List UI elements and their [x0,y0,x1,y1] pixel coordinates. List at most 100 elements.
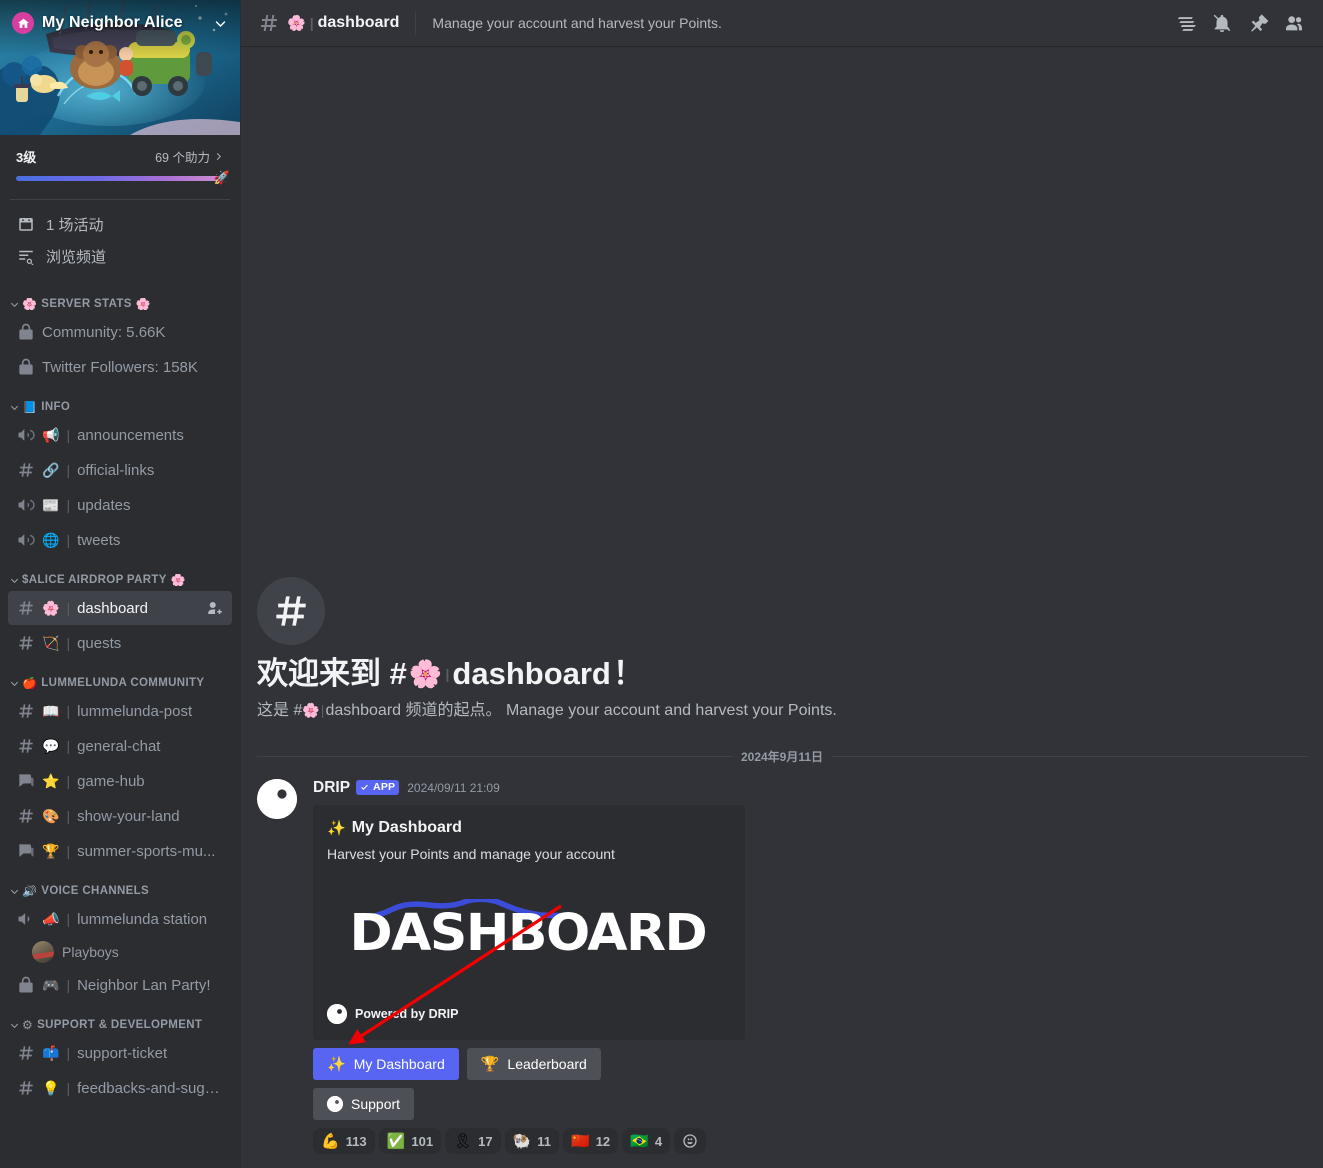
embed-footer: Powered by DRIP [327,1004,729,1024]
embed-image[interactable]: DASHBOARD [327,875,729,991]
reaction-item[interactable]: 💪 113 [313,1128,375,1154]
reaction-item[interactable]: 🇨🇳 12 [563,1128,619,1154]
pin-icon[interactable] [1245,10,1271,36]
leaderboard-button[interactable]: 🏆 Leaderboard [466,1048,601,1080]
quick-links: 1 场活动 浏览频道 [0,200,240,276]
message-scroller[interactable]: 欢迎来到 # 🌸 | dashboard ！ 这是 #🌸|dashboard 频… [241,46,1323,1168]
verified-check-icon [361,785,368,791]
channel-label: updates [77,496,131,514]
channel-separator: | [66,1080,71,1096]
hash-icon [257,577,325,646]
channel-sidebar: My Neighbor Alice 3级 69 个助力 🚀 1 场活动 浏览频道… [0,0,240,1168]
sidebar-item-support-ticket[interactable]: 📫 | support-ticket [8,1036,232,1070]
category-server-stats[interactable]: 🌸 SERVER STATS 🌸 [0,282,240,314]
category-voice-channels[interactable]: 🔊 VOICE CHANNELS [0,869,240,901]
threads-icon[interactable] [1173,10,1199,36]
channel-topic[interactable]: Manage your account and harvest your Poi… [432,15,722,31]
channel-separator: | [66,462,71,478]
category-title: SERVER STATS [41,298,132,310]
welcome-sub-prefix: 这是 # [257,702,303,720]
voice-member-name: Playboys [62,944,119,960]
add-members-icon[interactable] [206,599,224,617]
reaction-item[interactable]: ✅ 101 [378,1128,442,1154]
category-lummelunda-community[interactable]: 🍎 LUMMELUNDA COMMUNITY [0,661,240,693]
message-body: DRIP APP 2024/09/11 21:09 ✨ My Dashboard [297,777,1307,1154]
channel-separator: | [66,911,71,927]
cherry-blossom-icon: 🌸 [22,298,38,310]
hash-locked-icon [257,11,281,35]
server-header[interactable]: My Neighbor Alice [0,8,240,38]
sidebar-item-tweets[interactable]: 🌐 | tweets [8,523,232,557]
sidebar-item-general-chat[interactable]: 💬 | general-chat [8,729,232,763]
channel-separator: | [309,15,314,31]
sidebar-item-quests[interactable]: 🏹 | quests [8,626,232,660]
category-support-development[interactable]: ⚙ SUPPORT & DEVELOPMENT [0,1003,240,1035]
message-author[interactable]: DRIP [313,779,350,797]
add-reaction-icon[interactable] [674,1128,707,1154]
text-locked-icon [16,806,36,826]
category-alice-airdrop-party[interactable]: $ALICE AIRDROP PARTY 🌸 [0,558,240,590]
notification-muted-icon[interactable] [1209,10,1235,36]
support-button[interactable]: Support [313,1088,415,1120]
boost-count-label: 69 个助力 [155,150,210,165]
channel-separator: | [66,427,71,443]
channel-title[interactable]: 🌸 | dashboard [287,14,399,32]
channel-separator: | [66,738,71,754]
chevron-down-icon[interactable] [213,16,228,31]
sidebar-item-show-your-land[interactable]: 🎨 | show-your-land [8,799,232,833]
topbar-actions [1173,10,1315,36]
sidebar-item-lummelunda-post[interactable]: 📖 | lummelunda-post [8,694,232,728]
members-icon[interactable] [1281,10,1307,36]
cherry-blossom-icon: 🌸 [42,600,60,616]
reaction-item[interactable]: 🐏 11 [504,1128,560,1154]
sidebar-item-neighbor-lan-party[interactable]: 🎮 | Neighbor Lan Party! [8,968,232,1002]
reaction-item[interactable]: 🇧🇷 4 [622,1128,671,1154]
sidebar-item-community-stat[interactable]: Community: 5.66K [8,315,232,349]
sidebar-item-dashboard[interactable]: 🌸 | dashboard [8,591,232,625]
video-game-icon: 🎮 [42,977,60,993]
channel-welcome: 欢迎来到 # 🌸 | dashboard ！ 这是 #🌸|dashboard 频… [241,577,1323,729]
category-label: ⚙ SUPPORT & DEVELOPMENT [22,1019,202,1031]
sidebar-item-twitter-stat[interactable]: Twitter Followers: 158K [8,350,232,384]
open-book-icon: 📖 [42,703,60,719]
server-boost-section[interactable]: 3级 69 个助力 🚀 [0,135,240,191]
welcome-subtitle: 这是 #🌸|dashboard 频道的起点。 Manage your accou… [257,700,1307,722]
embed-description: Harvest your Points and manage your acco… [327,845,615,862]
cherry-blossom-icon: 🌸 [408,658,443,689]
main-content: 🌸 | dashboard Manage your account and ha… [240,0,1323,1168]
boost-rocket-icon: 🚀 [213,170,230,185]
sidebar-item-official-links[interactable]: 🔗 | official-links [8,453,232,487]
channel-label: official-links [77,461,155,479]
channel-label: general-chat [77,737,161,755]
channel-title-text: dashboard [317,14,400,31]
boost-count[interactable]: 69 个助力 [155,147,224,166]
mailbox-icon: 📫 [42,1045,60,1061]
component-row-2: Support [313,1088,1307,1120]
sidebar-item-summer-sports[interactable]: 🏆 | summer-sports-mu... [8,834,232,868]
channel-label: Twitter Followers: 158K [42,358,198,376]
sidebar-item-announcements[interactable]: 📢 | announcements [8,418,232,452]
browse-channels-icon [16,246,36,266]
blue-book-icon: 📘 [22,401,38,413]
avatar[interactable] [257,778,297,819]
channel-separator: | [66,977,71,993]
message-reactions: 💪 113 ✅ 101 🎗 17 🐏 11 🇨🇳 12 🇧🇷 4 [313,1128,1307,1154]
reaction-item[interactable]: 🎗 17 [445,1128,501,1154]
chevron-down-icon [8,298,20,310]
sidebar-item-events[interactable]: 1 场活动 [8,208,232,240]
sidebar-item-browse-channels[interactable]: 浏览频道 [8,240,232,272]
forum-locked-icon [16,841,36,861]
sidebar-item-game-hub[interactable]: ⭐ | game-hub [8,764,232,798]
chevron-down-icon [8,885,20,897]
gear-icon: ⚙ [22,1019,34,1031]
text-locked-icon [16,460,36,480]
reaction-count: 101 [411,1133,434,1149]
my-dashboard-button[interactable]: ✨ My Dashboard [313,1048,459,1080]
category-info[interactable]: 📘 INFO [0,385,240,417]
apple-icon: 🍎 [22,677,38,689]
sidebar-item-lummelunda-station[interactable]: 📣 | lummelunda station [8,902,232,936]
text-locked-icon [16,736,36,756]
sidebar-item-updates[interactable]: 📰 | updates [8,488,232,522]
voice-member-playboys[interactable]: Playboys [24,937,232,967]
sidebar-item-feedbacks[interactable]: 💡 | feedbacks-and-sugg... [8,1071,232,1105]
